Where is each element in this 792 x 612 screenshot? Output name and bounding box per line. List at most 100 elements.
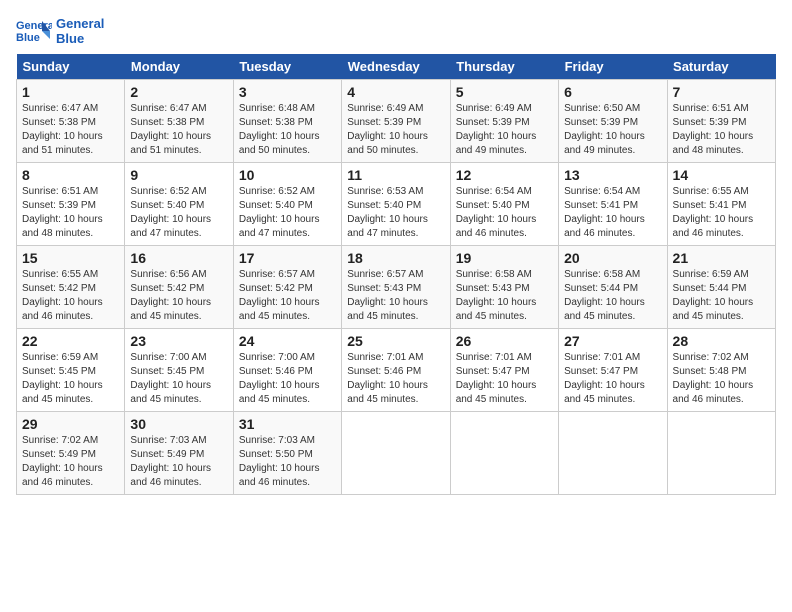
day-number: 11	[347, 167, 444, 183]
day-info: Sunrise: 6:52 AM Sunset: 5:40 PM Dayligh…	[130, 185, 227, 241]
sunrise-label: Sunrise: 6:58 AM	[564, 269, 640, 280]
sunset-label: Sunset: 5:44 PM	[564, 283, 638, 294]
day-number: 6	[564, 84, 661, 100]
sunset-label: Sunset: 5:43 PM	[347, 283, 421, 294]
sunrise-label: Sunrise: 6:50 AM	[564, 103, 640, 114]
daylight-label: Daylight: 10 hours	[22, 380, 103, 391]
daylight-minutes: and 46 minutes.	[239, 477, 310, 488]
daylight-minutes: and 48 minutes.	[22, 228, 93, 239]
weekday-header-row: SundayMondayTuesdayWednesdayThursdayFrid…	[17, 54, 776, 80]
day-number: 26	[456, 333, 553, 349]
calendar-table: SundayMondayTuesdayWednesdayThursdayFrid…	[16, 54, 776, 495]
logo-icon: General Blue	[16, 17, 52, 45]
day-info: Sunrise: 6:55 AM Sunset: 5:42 PM Dayligh…	[22, 268, 119, 324]
sunset-label: Sunset: 5:42 PM	[239, 283, 313, 294]
day-number: 24	[239, 333, 336, 349]
calendar-cell: 24 Sunrise: 7:00 AM Sunset: 5:46 PM Dayl…	[233, 329, 341, 412]
calendar-cell: 17 Sunrise: 6:57 AM Sunset: 5:42 PM Dayl…	[233, 246, 341, 329]
sunrise-label: Sunrise: 7:01 AM	[456, 352, 532, 363]
sunrise-label: Sunrise: 6:51 AM	[22, 186, 98, 197]
sunset-label: Sunset: 5:42 PM	[22, 283, 96, 294]
sunset-label: Sunset: 5:49 PM	[130, 449, 204, 460]
day-number: 12	[456, 167, 553, 183]
calendar-cell: 1 Sunrise: 6:47 AM Sunset: 5:38 PM Dayli…	[17, 80, 125, 163]
daylight-minutes: and 45 minutes.	[456, 394, 527, 405]
day-info: Sunrise: 6:58 AM Sunset: 5:44 PM Dayligh…	[564, 268, 661, 324]
day-number: 7	[673, 84, 770, 100]
weekday-header: Tuesday	[233, 54, 341, 80]
daylight-label: Daylight: 10 hours	[239, 380, 320, 391]
sunrise-label: Sunrise: 6:58 AM	[456, 269, 532, 280]
calendar-week-row: 8 Sunrise: 6:51 AM Sunset: 5:39 PM Dayli…	[17, 163, 776, 246]
weekday-header: Thursday	[450, 54, 558, 80]
day-info: Sunrise: 6:51 AM Sunset: 5:39 PM Dayligh…	[22, 185, 119, 241]
daylight-minutes: and 51 minutes.	[130, 145, 201, 156]
day-number: 10	[239, 167, 336, 183]
calendar-cell: 20 Sunrise: 6:58 AM Sunset: 5:44 PM Dayl…	[559, 246, 667, 329]
daylight-label: Daylight: 10 hours	[130, 214, 211, 225]
daylight-minutes: and 45 minutes.	[564, 311, 635, 322]
day-number: 27	[564, 333, 661, 349]
daylight-minutes: and 45 minutes.	[130, 394, 201, 405]
calendar-cell: 10 Sunrise: 6:52 AM Sunset: 5:40 PM Dayl…	[233, 163, 341, 246]
sunrise-label: Sunrise: 6:55 AM	[673, 186, 749, 197]
calendar-cell: 19 Sunrise: 6:58 AM Sunset: 5:43 PM Dayl…	[450, 246, 558, 329]
day-number: 22	[22, 333, 119, 349]
daylight-minutes: and 45 minutes.	[564, 394, 635, 405]
day-info: Sunrise: 7:01 AM Sunset: 5:47 PM Dayligh…	[456, 351, 553, 407]
sunset-label: Sunset: 5:40 PM	[347, 200, 421, 211]
sunrise-label: Sunrise: 7:01 AM	[347, 352, 423, 363]
daylight-minutes: and 46 minutes.	[673, 228, 744, 239]
sunrise-label: Sunrise: 6:52 AM	[130, 186, 206, 197]
calendar-cell: 2 Sunrise: 6:47 AM Sunset: 5:38 PM Dayli…	[125, 80, 233, 163]
calendar-cell: 12 Sunrise: 6:54 AM Sunset: 5:40 PM Dayl…	[450, 163, 558, 246]
calendar-cell: 6 Sunrise: 6:50 AM Sunset: 5:39 PM Dayli…	[559, 80, 667, 163]
day-info: Sunrise: 7:02 AM Sunset: 5:48 PM Dayligh…	[673, 351, 770, 407]
calendar-cell: 13 Sunrise: 6:54 AM Sunset: 5:41 PM Dayl…	[559, 163, 667, 246]
weekday-header: Monday	[125, 54, 233, 80]
daylight-minutes: and 45 minutes.	[347, 311, 418, 322]
sunrise-label: Sunrise: 6:47 AM	[130, 103, 206, 114]
sunset-label: Sunset: 5:38 PM	[239, 117, 313, 128]
sunset-label: Sunset: 5:41 PM	[673, 200, 747, 211]
day-number: 13	[564, 167, 661, 183]
sunrise-label: Sunrise: 7:03 AM	[130, 435, 206, 446]
sunset-label: Sunset: 5:39 PM	[564, 117, 638, 128]
day-info: Sunrise: 6:49 AM Sunset: 5:39 PM Dayligh…	[456, 102, 553, 158]
daylight-label: Daylight: 10 hours	[130, 380, 211, 391]
day-info: Sunrise: 7:01 AM Sunset: 5:46 PM Dayligh…	[347, 351, 444, 407]
daylight-minutes: and 46 minutes.	[673, 394, 744, 405]
day-info: Sunrise: 7:01 AM Sunset: 5:47 PM Dayligh…	[564, 351, 661, 407]
sunset-label: Sunset: 5:49 PM	[22, 449, 96, 460]
daylight-minutes: and 45 minutes.	[673, 311, 744, 322]
day-number: 9	[130, 167, 227, 183]
sunrise-label: Sunrise: 6:52 AM	[239, 186, 315, 197]
day-number: 23	[130, 333, 227, 349]
day-info: Sunrise: 6:58 AM Sunset: 5:43 PM Dayligh…	[456, 268, 553, 324]
calendar-cell: 27 Sunrise: 7:01 AM Sunset: 5:47 PM Dayl…	[559, 329, 667, 412]
daylight-label: Daylight: 10 hours	[673, 380, 754, 391]
weekday-header: Wednesday	[342, 54, 450, 80]
sunset-label: Sunset: 5:42 PM	[130, 283, 204, 294]
sunrise-label: Sunrise: 7:03 AM	[239, 435, 315, 446]
weekday-header: Saturday	[667, 54, 775, 80]
daylight-label: Daylight: 10 hours	[456, 131, 537, 142]
day-number: 18	[347, 250, 444, 266]
daylight-minutes: and 45 minutes.	[130, 311, 201, 322]
day-number: 1	[22, 84, 119, 100]
sunrise-label: Sunrise: 6:57 AM	[239, 269, 315, 280]
sunset-label: Sunset: 5:45 PM	[22, 366, 96, 377]
day-number: 25	[347, 333, 444, 349]
sunset-label: Sunset: 5:44 PM	[673, 283, 747, 294]
day-number: 5	[456, 84, 553, 100]
day-info: Sunrise: 6:57 AM Sunset: 5:43 PM Dayligh…	[347, 268, 444, 324]
calendar-week-row: 1 Sunrise: 6:47 AM Sunset: 5:38 PM Dayli…	[17, 80, 776, 163]
daylight-label: Daylight: 10 hours	[347, 297, 428, 308]
daylight-label: Daylight: 10 hours	[239, 297, 320, 308]
daylight-label: Daylight: 10 hours	[564, 131, 645, 142]
day-info: Sunrise: 7:02 AM Sunset: 5:49 PM Dayligh…	[22, 434, 119, 490]
daylight-label: Daylight: 10 hours	[130, 297, 211, 308]
day-number: 31	[239, 416, 336, 432]
sunset-label: Sunset: 5:39 PM	[347, 117, 421, 128]
day-info: Sunrise: 6:48 AM Sunset: 5:38 PM Dayligh…	[239, 102, 336, 158]
